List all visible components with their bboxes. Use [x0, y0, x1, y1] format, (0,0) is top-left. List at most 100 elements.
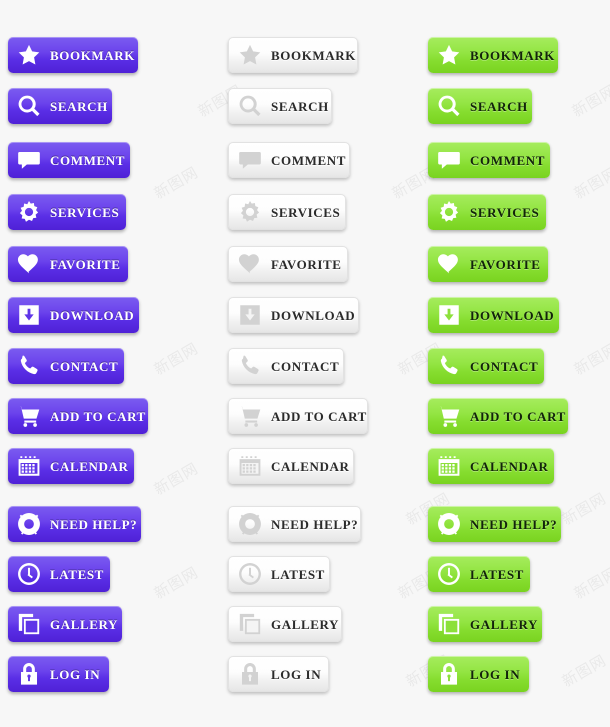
- white-need-help-button[interactable]: NEED HELP?: [228, 506, 361, 542]
- button-slot: GALLERY: [8, 604, 122, 644]
- purple-calendar-button[interactable]: CALENDAR: [8, 448, 134, 484]
- gear-icon: [235, 197, 265, 227]
- button-slot: GALLERY: [228, 604, 342, 644]
- white-log-in-button[interactable]: LOG IN: [228, 656, 329, 692]
- gallery-icon: [14, 609, 44, 639]
- button-label: GALLERY: [50, 616, 119, 632]
- green-latest-button[interactable]: LATEST: [428, 556, 530, 592]
- phone-icon: [434, 351, 464, 381]
- green-column: BOOKMARK SEARCH COMMENT SERVICES FAVORITE DOW…: [428, 0, 610, 727]
- button-slot: DOWNLOAD: [8, 295, 139, 335]
- green-calendar-button[interactable]: CALENDAR: [428, 448, 554, 484]
- download-icon: [14, 300, 44, 330]
- purple-gallery-button[interactable]: GALLERY: [8, 606, 122, 642]
- button-label: CALENDAR: [50, 458, 129, 474]
- button-slot: COMMENT: [428, 140, 550, 180]
- button-label: LOG IN: [470, 666, 521, 682]
- button-label: CONTACT: [271, 358, 340, 374]
- green-search-button[interactable]: SEARCH: [428, 88, 532, 124]
- green-favorite-button[interactable]: FAVORITE: [428, 246, 548, 282]
- button-label: FAVORITE: [470, 256, 541, 272]
- white-favorite-button[interactable]: FAVORITE: [228, 246, 348, 282]
- purple-download-button[interactable]: DOWNLOAD: [8, 297, 139, 333]
- purple-add-to-cart-button[interactable]: ADD TO CART: [8, 398, 148, 434]
- button-label: SEARCH: [271, 98, 329, 114]
- purple-services-button[interactable]: SERVICES: [8, 194, 126, 230]
- white-download-button[interactable]: DOWNLOAD: [228, 297, 359, 333]
- white-contact-button[interactable]: CONTACT: [228, 348, 344, 384]
- star-icon: [14, 40, 44, 70]
- white-gallery-button[interactable]: GALLERY: [228, 606, 342, 642]
- button-label: GALLERY: [271, 616, 340, 632]
- green-need-help-button[interactable]: NEED HELP?: [428, 506, 561, 542]
- cart-icon: [14, 401, 44, 431]
- button-label: NEED HELP?: [271, 516, 359, 532]
- button-board: BOOKMARK SEARCH COMMENT SERVICES FAVORITE DOW…: [0, 0, 610, 727]
- button-label: DOWNLOAD: [50, 307, 135, 323]
- button-label: LATEST: [50, 566, 104, 582]
- green-comment-button[interactable]: COMMENT: [428, 142, 550, 178]
- phone-icon: [235, 351, 265, 381]
- purple-search-button[interactable]: SEARCH: [8, 88, 112, 124]
- comment-icon: [434, 145, 464, 175]
- green-add-to-cart-button[interactable]: ADD TO CART: [428, 398, 568, 434]
- comment-icon: [14, 145, 44, 175]
- button-slot: SERVICES: [8, 192, 126, 232]
- green-services-button[interactable]: SERVICES: [428, 194, 546, 230]
- button-slot: DOWNLOAD: [428, 295, 559, 335]
- white-column: BOOKMARK SEARCH COMMENT SERVICES FAVORITE DOW…: [228, 0, 428, 727]
- green-contact-button[interactable]: CONTACT: [428, 348, 544, 384]
- button-label: COMMENT: [271, 152, 346, 168]
- button-slot: LOG IN: [428, 654, 529, 694]
- button-slot: BOOKMARK: [228, 35, 358, 75]
- purple-favorite-button[interactable]: FAVORITE: [8, 246, 128, 282]
- button-label: ADD TO CART: [271, 408, 367, 424]
- button-slot: LATEST: [228, 554, 330, 594]
- star-icon: [235, 40, 265, 70]
- purple-need-help-button[interactable]: NEED HELP?: [8, 506, 141, 542]
- purple-bookmark-button[interactable]: BOOKMARK: [8, 37, 138, 73]
- white-comment-button[interactable]: COMMENT: [228, 142, 350, 178]
- button-slot: LOG IN: [8, 654, 109, 694]
- purple-log-in-button[interactable]: LOG IN: [8, 656, 109, 692]
- button-slot: LATEST: [8, 554, 110, 594]
- lifebuoy-icon: [14, 509, 44, 539]
- button-label: GALLERY: [470, 616, 539, 632]
- button-slot: GALLERY: [428, 604, 542, 644]
- green-log-in-button[interactable]: LOG IN: [428, 656, 529, 692]
- download-icon: [434, 300, 464, 330]
- button-label: LATEST: [271, 566, 325, 582]
- calendar-icon: [434, 451, 464, 481]
- button-slot: NEED HELP?: [8, 504, 141, 544]
- lock-icon: [14, 659, 44, 689]
- lock-icon: [434, 659, 464, 689]
- white-calendar-button[interactable]: CALENDAR: [228, 448, 354, 484]
- calendar-icon: [235, 451, 265, 481]
- button-slot: ADD TO CART: [8, 396, 148, 436]
- gear-icon: [434, 197, 464, 227]
- button-label: ADD TO CART: [470, 408, 566, 424]
- button-label: COMMENT: [470, 152, 545, 168]
- white-latest-button[interactable]: LATEST: [228, 556, 330, 592]
- green-bookmark-button[interactable]: BOOKMARK: [428, 37, 558, 73]
- white-services-button[interactable]: SERVICES: [228, 194, 346, 230]
- purple-comment-button[interactable]: COMMENT: [8, 142, 130, 178]
- white-add-to-cart-button[interactable]: ADD TO CART: [228, 398, 368, 434]
- heart-icon: [235, 249, 265, 279]
- button-slot: CALENDAR: [428, 446, 554, 486]
- button-slot: FAVORITE: [228, 244, 348, 284]
- white-bookmark-button[interactable]: BOOKMARK: [228, 37, 358, 73]
- button-slot: LATEST: [428, 554, 530, 594]
- button-label: SERVICES: [271, 204, 341, 220]
- button-slot: COMMENT: [228, 140, 350, 180]
- purple-latest-button[interactable]: LATEST: [8, 556, 110, 592]
- green-download-button[interactable]: DOWNLOAD: [428, 297, 559, 333]
- button-slot: ADD TO CART: [428, 396, 568, 436]
- button-label: LATEST: [470, 566, 524, 582]
- purple-contact-button[interactable]: CONTACT: [8, 348, 124, 384]
- button-label: BOOKMARK: [470, 47, 555, 63]
- button-slot: SERVICES: [228, 192, 346, 232]
- green-gallery-button[interactable]: GALLERY: [428, 606, 542, 642]
- heart-icon: [14, 249, 44, 279]
- white-search-button[interactable]: SEARCH: [228, 88, 332, 124]
